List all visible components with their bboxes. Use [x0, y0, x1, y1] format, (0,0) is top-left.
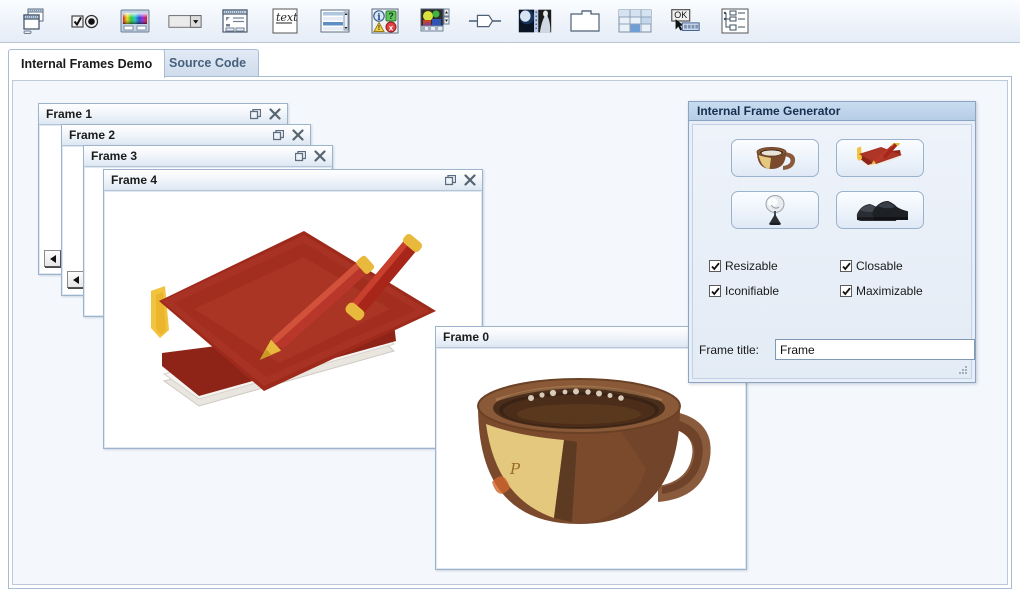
shoes-icon: [852, 197, 908, 223]
checkbox-label: Iconifiable: [725, 284, 779, 298]
checkbox-box[interactable]: [840, 285, 852, 297]
checkbox-radio-icon[interactable]: [68, 4, 102, 38]
color-chooser-icon[interactable]: [118, 4, 152, 38]
scroll-left-arrow-button[interactable]: [67, 271, 84, 288]
checkbox-box[interactable]: [709, 285, 721, 297]
progress-image-icon[interactable]: [518, 4, 552, 38]
combo-box-icon[interactable]: [168, 4, 202, 38]
close-icon[interactable]: [310, 148, 329, 165]
checkbox-closable[interactable]: Closable: [840, 259, 903, 273]
internal-frame-icon[interactable]: [18, 4, 52, 38]
checkbox-iconifiable[interactable]: Iconifiable: [709, 284, 779, 298]
close-icon[interactable]: [288, 127, 307, 144]
coffee-cup-button[interactable]: [731, 139, 819, 177]
checkbox-label: Maximizable: [856, 284, 923, 298]
lamp-button[interactable]: [731, 191, 819, 229]
internal-frame-generator-panel[interactable]: Internal Frame Generator: [688, 101, 976, 383]
tool-tip-icon[interactable]: OK: [668, 4, 702, 38]
desktop-pane[interactable]: Frame 1: [12, 80, 1008, 585]
book-and-pens-image: [104, 191, 482, 448]
tab-label: Internal Frames Demo: [21, 57, 152, 71]
frame-title-bar[interactable]: Frame 3: [84, 146, 332, 167]
checkbox-resizable[interactable]: Resizable: [709, 259, 778, 273]
tab-strip: Internal Frames Demo Source Code: [8, 49, 1012, 77]
close-icon[interactable]: [460, 172, 479, 189]
book-icon: [854, 143, 906, 173]
frame-content-book-image: [104, 191, 482, 448]
list-scroll-icon[interactable]: [318, 4, 352, 38]
svg-text:text: text: [276, 11, 298, 24]
close-icon[interactable]: [265, 106, 284, 123]
maximize-icon[interactable]: [269, 127, 288, 144]
checkbox-box[interactable]: [840, 260, 852, 272]
tab-source-code[interactable]: Source Code: [156, 49, 259, 76]
frame-title-bar[interactable]: Frame 2: [62, 125, 310, 146]
internal-frame-4[interactable]: Frame 4: [103, 169, 483, 449]
maximize-icon[interactable]: [291, 148, 310, 165]
resize-grip-icon[interactable]: [957, 364, 969, 376]
frame-title-label: Frame 2: [69, 128, 269, 142]
desk-lamp-icon: [758, 195, 792, 225]
check-icon: [842, 262, 851, 271]
text-icon[interactable]: text: [268, 4, 302, 38]
tabbed-pane-icon[interactable]: [568, 4, 602, 38]
slider-image-icon[interactable]: [418, 4, 452, 38]
left-arrow-icon: [73, 276, 79, 284]
frame-title-bar[interactable]: Frame 4: [104, 170, 482, 191]
checkbox-label: Resizable: [725, 259, 778, 273]
check-icon: [711, 287, 720, 296]
frame-title-input[interactable]: [775, 339, 975, 360]
maximize-icon[interactable]: [246, 106, 265, 123]
svg-text:P: P: [509, 460, 521, 478]
svg-text:i: i: [377, 13, 381, 23]
option-pane-icon[interactable]: i ? ! x: [368, 4, 402, 38]
checkbox-maximizable[interactable]: Maximizable: [840, 284, 923, 298]
frame-title-label: Frame 1: [46, 107, 246, 121]
svg-text:x: x: [389, 23, 394, 32]
generator-panel-content: Resizable Closable Iconifiable: [692, 124, 972, 379]
frame-title-row: Frame title:: [699, 339, 975, 360]
check-icon: [711, 262, 720, 271]
frame-title-label: Frame 3: [91, 149, 291, 163]
toolbar: text i ?: [0, 0, 1020, 43]
table-icon[interactable]: [618, 4, 652, 38]
coffee-cup-icon: [750, 144, 800, 172]
split-pane-icon[interactable]: [468, 4, 502, 38]
generator-panel-title: Internal Frame Generator: [689, 102, 975, 121]
svg-text:?: ?: [388, 11, 394, 21]
checkbox-box[interactable]: [709, 260, 721, 272]
maximize-icon[interactable]: [441, 172, 460, 189]
scroll-left-arrow-button[interactable]: [44, 250, 61, 267]
frame-title-bar[interactable]: Frame 1: [39, 104, 287, 125]
frame-title-label: Frame 0: [443, 330, 705, 344]
tab-internal-frames-demo[interactable]: Internal Frames Demo: [8, 49, 165, 78]
frame-title-field-label: Frame title:: [699, 343, 775, 357]
svg-text:OK: OK: [674, 10, 687, 20]
generator-title-label: Internal Frame Generator: [697, 104, 840, 118]
tab-content-panel: Frame 1: [8, 76, 1012, 589]
tab-label: Source Code: [169, 56, 246, 70]
book-button[interactable]: [836, 139, 924, 177]
check-icon: [842, 287, 851, 296]
svg-text:!: !: [378, 23, 381, 32]
left-arrow-icon: [50, 255, 56, 263]
dialog-icon[interactable]: [218, 4, 252, 38]
application-window: text i ?: [0, 0, 1020, 601]
tree-icon[interactable]: [718, 4, 752, 38]
shoes-button[interactable]: [836, 191, 924, 229]
frame-title-label: Frame 4: [111, 173, 441, 187]
checkbox-label: Closable: [856, 259, 903, 273]
